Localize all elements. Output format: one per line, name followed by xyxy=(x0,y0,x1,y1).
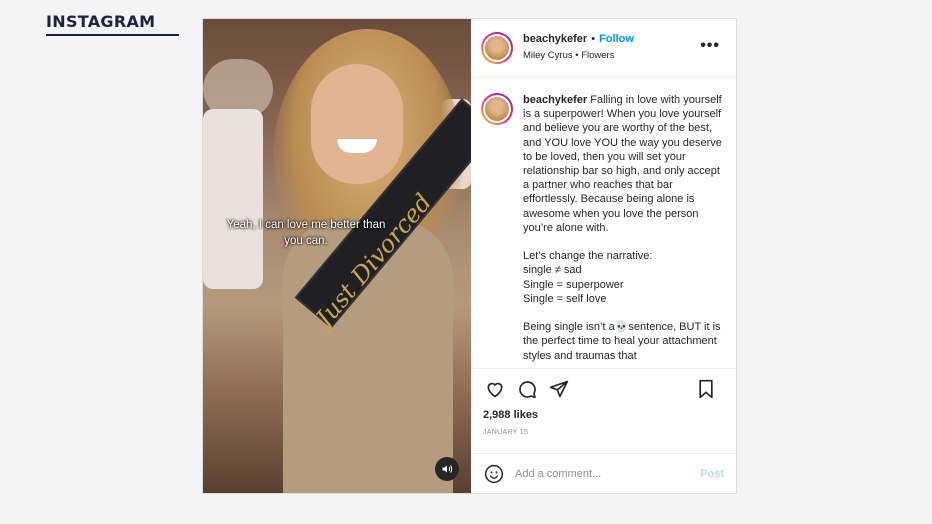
username-link[interactable]: beachykefer xyxy=(523,33,587,45)
save-button[interactable] xyxy=(694,377,718,401)
more-options-icon[interactable]: ••• xyxy=(700,38,720,54)
instagram-logo: INSTAGRAM xyxy=(46,12,179,36)
brand-name: INSTAGRAM xyxy=(46,12,156,31)
background-person xyxy=(203,109,263,289)
likes-count[interactable]: 2,988 likes xyxy=(471,409,736,427)
post-date: JANUARY 15 xyxy=(483,429,529,436)
comment-bar: Post xyxy=(471,453,736,493)
header-row: beachykefer • Follow xyxy=(523,32,634,47)
action-bar xyxy=(471,369,736,409)
comment-input[interactable] xyxy=(515,467,701,480)
woman-face xyxy=(311,64,403,184)
bookmark-icon xyxy=(699,379,713,399)
instagram-post: Just Divorced Yeah, I can love me better… xyxy=(202,18,737,494)
avatar-image xyxy=(483,33,511,62)
follow-button[interactable]: Follow xyxy=(599,33,634,45)
mute-button[interactable] xyxy=(435,457,459,481)
caption-avatar-image xyxy=(483,95,511,123)
separator: • xyxy=(591,33,596,45)
like-button[interactable] xyxy=(483,377,507,401)
share-icon xyxy=(549,380,569,398)
post-media[interactable]: Just Divorced Yeah, I can love me better… xyxy=(203,19,471,493)
share-button[interactable] xyxy=(547,377,571,401)
caption-section: beachykefer Falling in love with yoursel… xyxy=(471,77,736,369)
audio-track-link[interactable]: Miley Cyrus • Flowers xyxy=(523,48,634,63)
header-text: beachykefer • Follow Miley Cyrus • Flowers xyxy=(523,32,634,63)
post-sidebar: beachykefer • Follow Miley Cyrus • Flowers… xyxy=(471,19,736,493)
avatar[interactable] xyxy=(481,31,513,64)
heart-icon xyxy=(487,382,503,398)
post-header: beachykefer • Follow Miley Cyrus • Flowers… xyxy=(471,19,736,77)
comment-button[interactable] xyxy=(515,377,539,401)
comment-icon xyxy=(519,381,536,399)
caption-username[interactable]: beachykefer xyxy=(523,94,587,106)
smiley-icon xyxy=(484,464,504,483)
caption-avatar[interactable] xyxy=(481,93,513,125)
caption-text: beachykefer Falling in love with yoursel… xyxy=(523,93,722,368)
caption-body: Falling in love with yourself is a super… xyxy=(523,94,722,362)
video-caption-overlay: Yeah, I can love me better than you can. xyxy=(226,219,386,247)
emoji-button[interactable] xyxy=(483,463,505,485)
speaker-icon xyxy=(442,465,453,473)
post-comment-button[interactable]: Post xyxy=(700,468,724,480)
